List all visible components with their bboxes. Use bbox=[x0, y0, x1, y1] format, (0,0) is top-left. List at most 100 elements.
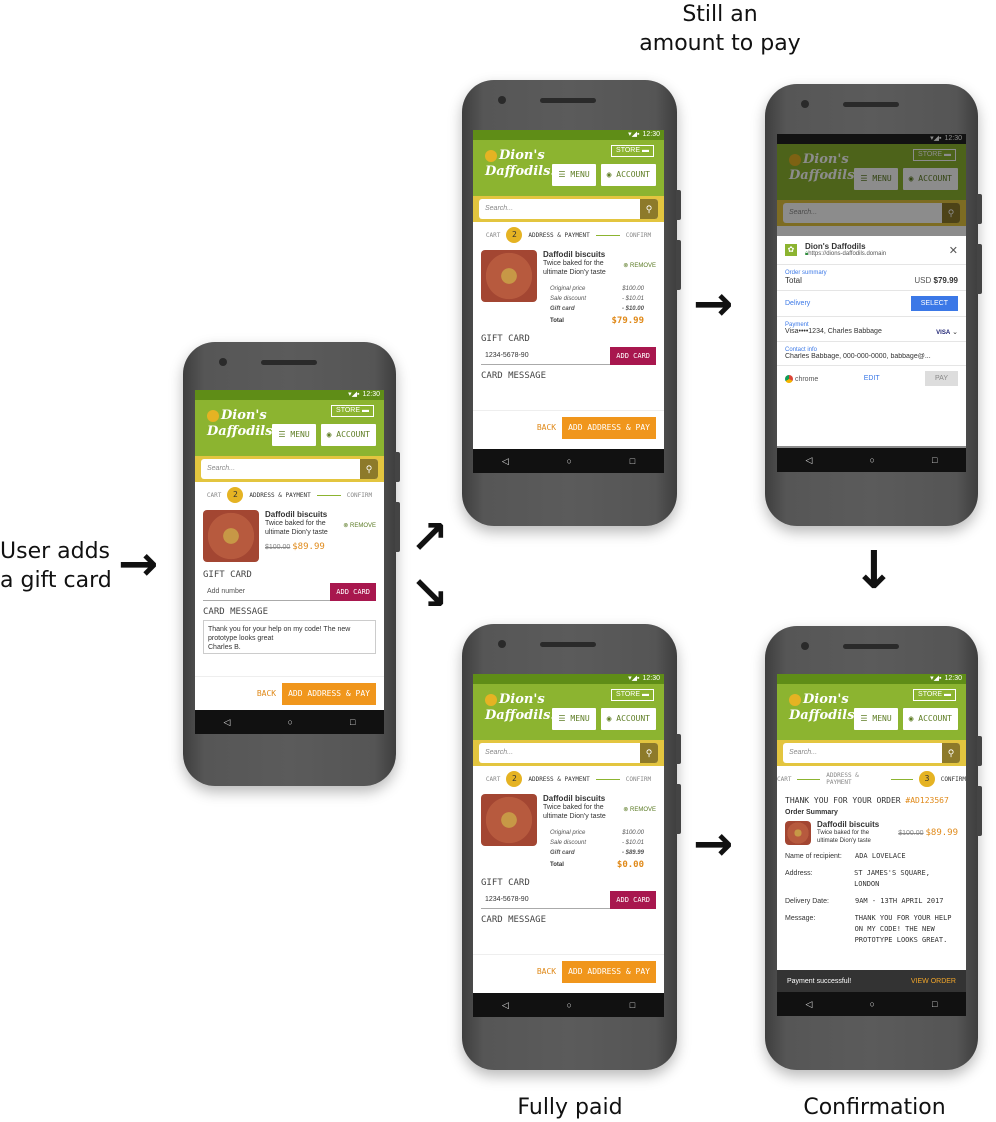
home-nav-icon[interactable]: ○ bbox=[567, 456, 572, 466]
add-address-pay-button[interactable]: ADD ADDRESS & PAY bbox=[562, 416, 656, 439]
step-cart[interactable]: CART bbox=[486, 776, 500, 783]
checkout-steps: CART 2 ADDRESS & PAYMENT CONFIRM bbox=[473, 766, 664, 792]
gift-card-input[interactable]: 1234-5678-90 bbox=[481, 347, 611, 365]
step-indicator: 2 bbox=[506, 227, 523, 243]
add-card-button[interactable]: ADD CARD bbox=[610, 891, 656, 909]
add-card-button[interactable]: ADD CARD bbox=[330, 583, 376, 601]
step-divider bbox=[890, 778, 914, 780]
recents-nav-icon[interactable]: □ bbox=[350, 717, 355, 727]
recents-nav-icon[interactable]: □ bbox=[932, 455, 937, 465]
search-input[interactable]: Search... ⚲ bbox=[201, 459, 378, 479]
store-header: Dion's Daffodils. STORE ▬ ☰ MENU ◉ ACCOU… bbox=[195, 400, 384, 456]
back-nav-icon[interactable]: ◁ bbox=[502, 1000, 509, 1011]
remove-button[interactable]: ⊗ REMOVE bbox=[623, 262, 656, 269]
menu-label: MENU bbox=[290, 430, 310, 439]
wifi-icon: ▾◢▪ bbox=[628, 675, 640, 682]
select-delivery-button[interactable]: SELECT bbox=[910, 296, 958, 311]
home-nav-icon[interactable]: ○ bbox=[870, 999, 875, 1009]
search-icon[interactable]: ⚲ bbox=[942, 743, 960, 763]
store-logo[interactable]: Dion's Daffodils. bbox=[485, 692, 555, 736]
search-bar: Search... ⚲ bbox=[195, 456, 384, 482]
search-placeholder: Search... bbox=[485, 205, 514, 212]
phone-add-gift-card: ▾◢▪ 12:30 Dion's Daffodils. STORE ▬ ☰ MEN… bbox=[183, 342, 400, 786]
pay-button[interactable]: PAY bbox=[925, 371, 958, 386]
back-nav-icon[interactable]: ◁ bbox=[502, 456, 509, 467]
home-nav-icon[interactable]: ○ bbox=[870, 455, 875, 465]
menu-button[interactable]: ☰ MENU bbox=[552, 708, 596, 730]
menu-button[interactable]: ☰ MENU bbox=[552, 164, 596, 186]
close-icon[interactable]: ✕ bbox=[949, 244, 958, 257]
remove-button[interactable]: ⊗ REMOVE bbox=[343, 522, 376, 529]
search-input[interactable]: Search... ⚲ bbox=[479, 743, 658, 763]
edit-button[interactable]: EDIT bbox=[864, 375, 880, 382]
thank-you-heading: THANK YOU FOR YOUR ORDER bbox=[785, 796, 901, 805]
store-header: Dion's Daffodils. STORE ▬ ☰ MENU ◉ ACCOU… bbox=[473, 140, 664, 196]
menu-label: MENU bbox=[570, 714, 590, 723]
search-input[interactable]: Search... ⚲ bbox=[783, 743, 960, 763]
back-button[interactable]: BACK bbox=[257, 689, 276, 698]
step-cart[interactable]: CART bbox=[207, 492, 221, 499]
store-logo[interactable]: Dion's Daffodils. bbox=[789, 692, 859, 736]
view-order-button[interactable]: VIEW ORDER bbox=[911, 978, 956, 985]
back-nav-icon[interactable]: ◁ bbox=[224, 717, 231, 728]
caption-still-amount-to-pay: Still an amount to pay bbox=[639, 2, 801, 56]
recents-nav-icon[interactable]: □ bbox=[932, 999, 937, 1009]
account-button[interactable]: ◉ ACCOUNT bbox=[320, 424, 376, 446]
store-selector[interactable]: STORE ▬ bbox=[611, 689, 654, 701]
store-selector[interactable]: STORE ▬ bbox=[611, 145, 654, 157]
search-input[interactable]: Search... ⚲ bbox=[479, 199, 658, 219]
back-nav-icon[interactable]: ◁ bbox=[806, 999, 813, 1010]
gift-card-deduction-label: Gift card bbox=[550, 306, 575, 312]
menu-button[interactable]: ☰ MENU bbox=[272, 424, 316, 446]
product-price: $89.99 bbox=[292, 542, 325, 552]
home-nav-icon[interactable]: ○ bbox=[567, 1000, 572, 1010]
remove-button[interactable]: ⊗ REMOVE bbox=[623, 806, 656, 813]
back-nav-icon[interactable]: ◁ bbox=[806, 455, 813, 466]
store-label: STORE bbox=[616, 691, 641, 698]
account-button[interactable]: ◉ ACCOUNT bbox=[600, 708, 656, 730]
payment-method-row[interactable]: Payment Visa••••1234, Charles Babbage VIS… bbox=[777, 316, 966, 341]
arrow-right-icon: → bbox=[693, 276, 734, 332]
product-image bbox=[203, 510, 259, 562]
store-selector[interactable]: STORE ▬ bbox=[331, 405, 374, 417]
search-bar: Search... ⚲ bbox=[473, 196, 664, 222]
card-message-input[interactable]: Thank you for your help on my code! The … bbox=[203, 620, 376, 654]
product-image bbox=[785, 820, 811, 845]
currency: USD bbox=[914, 276, 932, 285]
search-icon[interactable]: ⚲ bbox=[360, 459, 378, 479]
payment-success-snackbar: Payment successful! VIEW ORDER bbox=[777, 970, 966, 992]
store-label: STORE bbox=[336, 407, 361, 414]
gift-card-input[interactable]: 1234-5678-90 bbox=[481, 891, 611, 909]
search-placeholder: Search... bbox=[207, 465, 236, 472]
add-address-pay-button[interactable]: ADD ADDRESS & PAY bbox=[282, 682, 376, 705]
menu-button[interactable]: ☰ MENU bbox=[854, 708, 898, 730]
step-address-payment[interactable]: ADDRESS & PAYMENT bbox=[826, 772, 884, 786]
recents-nav-icon[interactable]: □ bbox=[630, 1000, 635, 1010]
contact-info-row[interactable]: Contact info Charles Babbage, 000-000-00… bbox=[777, 341, 966, 365]
store-logo[interactable]: Dion's Daffodils. bbox=[207, 408, 277, 452]
step-cart[interactable]: CART bbox=[486, 232, 500, 239]
home-nav-icon[interactable]: ○ bbox=[288, 717, 293, 727]
product-name: Daffodil biscuits bbox=[543, 250, 606, 259]
search-bar: Search... ⚲ bbox=[473, 740, 664, 766]
product-image bbox=[481, 794, 537, 846]
account-button[interactable]: ◉ ACCOUNT bbox=[902, 708, 958, 730]
store-selector[interactable]: STORE ▬ bbox=[913, 689, 956, 701]
account-button[interactable]: ◉ ACCOUNT bbox=[600, 164, 656, 186]
back-button[interactable]: BACK bbox=[537, 967, 556, 976]
step-confirm: CONFIRM bbox=[625, 775, 652, 783]
step-cart[interactable]: CART bbox=[777, 776, 791, 783]
back-button[interactable]: BACK bbox=[537, 423, 556, 432]
add-address-pay-button[interactable]: ADD ADDRESS & PAY bbox=[562, 960, 656, 983]
delivery-address: ST JAMES'S SQUARE, LONDON bbox=[854, 869, 930, 888]
remove-label: REMOVE bbox=[629, 263, 656, 269]
store-logo[interactable]: Dion's Daffodils. bbox=[485, 148, 555, 192]
product-description: Twice baked for the ultimate Dion'y tast… bbox=[265, 520, 328, 536]
recents-nav-icon[interactable]: □ bbox=[630, 456, 635, 466]
gift-card-input[interactable]: Add number bbox=[203, 583, 331, 601]
order-number: #AD123567 bbox=[905, 796, 949, 805]
product-description: Twice baked for the ultimate Dion'y tast… bbox=[543, 260, 606, 276]
search-icon[interactable]: ⚲ bbox=[640, 743, 658, 763]
search-icon[interactable]: ⚲ bbox=[640, 199, 658, 219]
add-card-button[interactable]: ADD CARD bbox=[610, 347, 656, 365]
